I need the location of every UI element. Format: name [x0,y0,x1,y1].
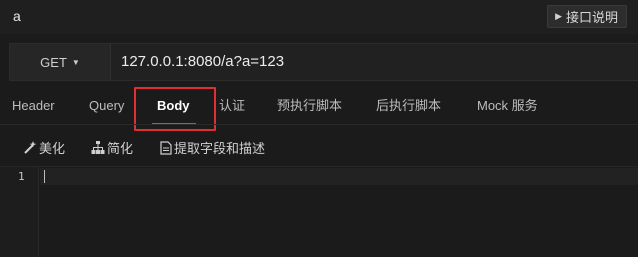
window-title: a [13,8,21,24]
tab-header[interactable]: Header [12,90,55,124]
beautify-label: 美化 [39,141,66,156]
tab-auth[interactable]: 认证 [219,90,245,124]
url-bar: GET ▼ 127.0.0.1:8080/a?a=123 [9,43,638,81]
tabs-divider [0,124,638,125]
tab-post-script[interactable]: 后执行脚本 [376,90,441,124]
beautify-button[interactable]: 美化 [23,138,65,157]
editor-gutter: 1 [0,167,39,257]
current-line-highlight [40,168,638,185]
text-cursor [44,170,45,183]
simplify-label: 简化 [107,141,134,156]
extract-fields-button[interactable]: 提取字段和描述 [160,138,265,157]
extract-fields-label: 提取字段和描述 [174,141,266,156]
method-label: GET [40,54,67,70]
caret-down-icon: ▼ [71,57,80,67]
method-select[interactable]: GET ▼ [10,44,111,80]
api-doc-button-label: 接口说明 [565,10,618,25]
sitemap-icon [91,141,105,154]
magic-wand-icon [24,141,37,154]
body-toolbar: 美化 简化 提取字段和描述 [0,126,638,166]
line-number: 1 [18,170,25,183]
url-input[interactable]: 127.0.0.1:8080/a?a=123 [121,53,284,70]
tab-pre-script[interactable]: 预执行脚本 [277,90,342,124]
body-editor[interactable]: 1 [0,167,638,257]
title-bar: a ▶ 接口说明 [0,0,638,34]
request-tabs: Header Query Body 认证 预执行脚本 后执行脚本 Mock 服务 [0,90,638,125]
tab-mock-service[interactable]: Mock 服务 [477,90,538,124]
api-doc-button[interactable]: ▶ 接口说明 [547,5,627,28]
document-icon [160,140,172,155]
play-icon: ▶ [555,11,562,21]
simplify-button[interactable]: 简化 [91,138,133,157]
tab-query[interactable]: Query [89,90,124,124]
